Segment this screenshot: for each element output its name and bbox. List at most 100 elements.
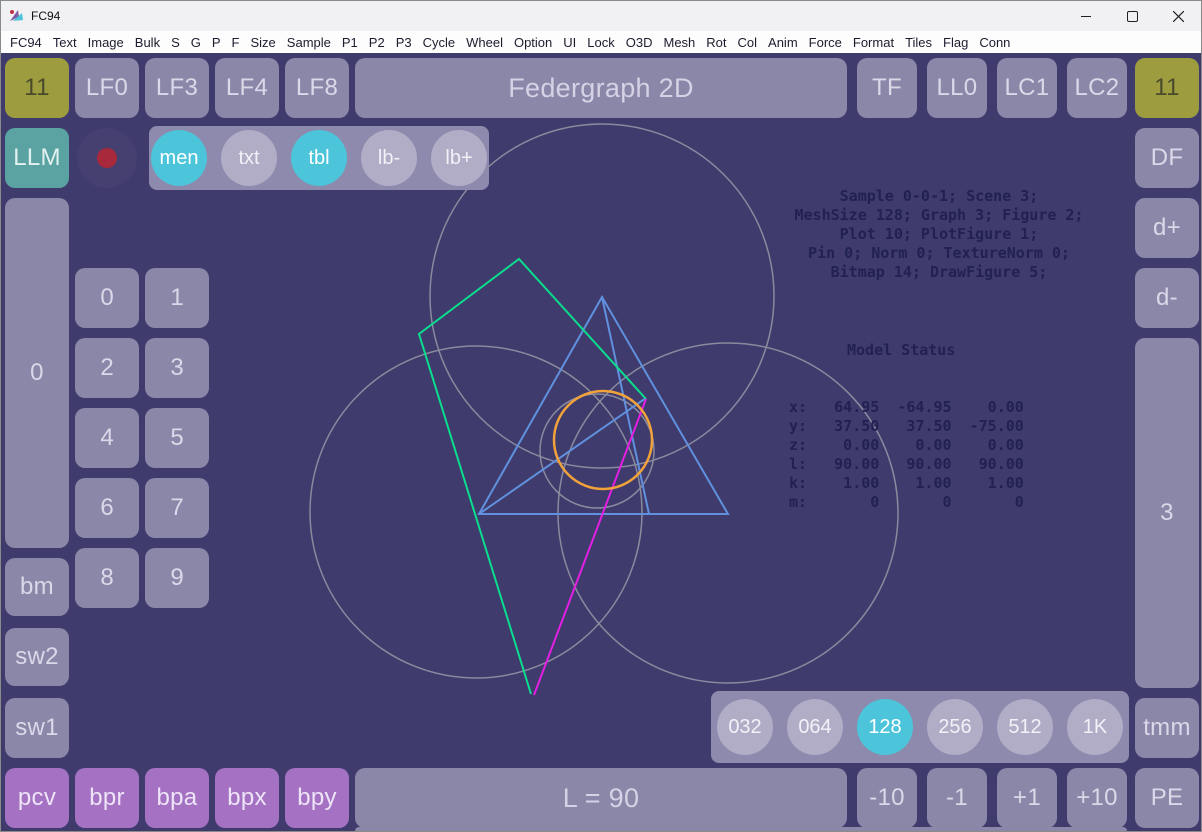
button-lf0[interactable]: LF0	[75, 58, 139, 118]
button-lc1[interactable]: LC1	[997, 58, 1057, 118]
mode-circle-lb+[interactable]: lb+	[431, 130, 487, 186]
button-tall-3[interactable]: 3	[1135, 338, 1199, 688]
menu-item-bulk[interactable]: Bulk	[135, 35, 160, 50]
menu-item-p1[interactable]: P1	[342, 35, 358, 50]
numpad-button-5[interactable]: 5	[145, 408, 209, 468]
mode-circle-tbl[interactable]: tbl	[291, 130, 347, 186]
button-pcv[interactable]: pcv	[5, 768, 69, 828]
button-d-minus[interactable]: d-	[1135, 268, 1199, 328]
button-pe[interactable]: PE	[1135, 768, 1199, 828]
button-sw2[interactable]: sw2	[5, 628, 69, 686]
menu-item-force[interactable]: Force	[809, 35, 842, 50]
app-logo-icon	[9, 8, 25, 24]
mesh-circle-064[interactable]: 064	[787, 699, 843, 755]
mesh-circle-128[interactable]: 128	[857, 699, 913, 755]
button-lf4[interactable]: LF4	[215, 58, 279, 118]
numpad-button-8[interactable]: 8	[75, 548, 139, 608]
button-plus-1[interactable]: +1	[997, 768, 1057, 828]
venn-circle-left	[310, 346, 642, 678]
button-sw1[interactable]: sw1	[5, 698, 69, 758]
numpad-button-6[interactable]: 6	[75, 478, 139, 538]
button-lf8[interactable]: LF8	[285, 58, 349, 118]
window-controls	[1063, 1, 1201, 31]
menu-item-format[interactable]: Format	[853, 35, 894, 50]
model-row-z-0-00-0-00-0-00: z: 0.00 0.00 0.00	[789, 436, 1024, 455]
mesh-circle-256[interactable]: 256	[927, 699, 983, 755]
button-11-left[interactable]: 11	[5, 58, 69, 118]
mesh-size-group: 0320641282565121K	[711, 691, 1129, 763]
small-gray-circle	[540, 394, 654, 508]
button-plus-10[interactable]: +10	[1067, 768, 1127, 828]
button-llm[interactable]: LLM	[5, 128, 69, 188]
bottom-partial-bar	[355, 827, 1127, 831]
button-minus-1[interactable]: -1	[927, 768, 987, 828]
mode-circle-group: mentxttbllb-lb+	[149, 126, 489, 190]
mesh-circle-1k[interactable]: 1K	[1067, 699, 1123, 755]
mesh-circle-512[interactable]: 512	[997, 699, 1053, 755]
button-tf[interactable]: TF	[857, 58, 917, 118]
numpad-button-2[interactable]: 2	[75, 338, 139, 398]
button-lf3[interactable]: LF3	[145, 58, 209, 118]
menu-item-p2[interactable]: P2	[369, 35, 385, 50]
menu-bar: FC94 Text Image Bulk SGPF Size Sample P1 P2 P3 Cyc…	[1, 31, 1201, 53]
minimize-icon	[1081, 16, 1091, 17]
button-tmm[interactable]: tmm	[1135, 698, 1199, 758]
mesh-circle-032[interactable]: 032	[717, 699, 773, 755]
menu-item-conn[interactable]: Conn	[979, 35, 1010, 50]
numpad-button-7[interactable]: 7	[145, 478, 209, 538]
menu-item-f[interactable]: F	[232, 35, 240, 50]
menu-item-p[interactable]: P	[212, 35, 221, 50]
info-line-pin-0-norm-0-texture: Pin 0; Norm 0; TextureNorm 0;	[761, 244, 1117, 263]
l-value-display[interactable]: L = 90	[355, 768, 847, 828]
scene-info-text: Sample 0-0-1; Scene 3;MeshSize 128; Grap…	[761, 187, 1117, 282]
menu-item-s[interactable]: S	[171, 35, 180, 50]
model-status-panel: Model Status x: 64.95 -64.95 0.00y: 37.5…	[789, 303, 1024, 550]
menu-item-size[interactable]: Size	[251, 35, 276, 50]
button-d-plus[interactable]: d+	[1135, 198, 1199, 258]
button-tall-0[interactable]: 0	[5, 198, 69, 548]
button-bm[interactable]: bm	[5, 558, 69, 616]
menu-item-text[interactable]: Text	[53, 35, 77, 50]
menu-item-tiles[interactable]: Tiles	[905, 35, 932, 50]
numpad-button-9[interactable]: 9	[145, 548, 209, 608]
menu-item-col[interactable]: Col	[738, 35, 758, 50]
menu-item-sample[interactable]: Sample	[287, 35, 331, 50]
menu-item-anim[interactable]: Anim	[768, 35, 798, 50]
close-button[interactable]	[1155, 1, 1201, 31]
menu-item-wheel[interactable]: Wheel	[466, 35, 503, 50]
menu-item-p3[interactable]: P3	[396, 35, 412, 50]
menu-item-cycle[interactable]: Cycle	[423, 35, 456, 50]
button-11-right[interactable]: 11	[1135, 58, 1199, 118]
menu-item-image[interactable]: Image	[88, 35, 124, 50]
numpad-button-3[interactable]: 3	[145, 338, 209, 398]
button-bpr[interactable]: bpr	[75, 768, 139, 828]
numpad-button-0[interactable]: 0	[75, 268, 139, 328]
button-bpy[interactable]: bpy	[285, 768, 349, 828]
menu-item-fc94[interactable]: FC94	[10, 35, 42, 50]
menu-item-flag[interactable]: Flag	[943, 35, 968, 50]
numpad-button-4[interactable]: 4	[75, 408, 139, 468]
minimize-button[interactable]	[1063, 1, 1109, 31]
blue-cevian-1	[602, 297, 649, 514]
menu-item-option[interactable]: Option	[514, 35, 552, 50]
numpad-button-1[interactable]: 1	[145, 268, 209, 328]
menu-item-rot[interactable]: Rot	[706, 35, 726, 50]
menu-item-lock[interactable]: Lock	[587, 35, 614, 50]
button-minus-10[interactable]: -10	[857, 768, 917, 828]
info-line-sample-0-0-1-scene-3: Sample 0-0-1; Scene 3;	[761, 187, 1117, 206]
menu-item-mesh[interactable]: Mesh	[663, 35, 695, 50]
button-lc2[interactable]: LC2	[1067, 58, 1127, 118]
mode-circle-txt[interactable]: txt	[221, 130, 277, 186]
title-display[interactable]: Federgraph 2D	[355, 58, 847, 118]
maximize-button[interactable]	[1109, 1, 1155, 31]
mode-circle-lb-[interactable]: lb-	[361, 130, 417, 186]
mode-circle-men[interactable]: men	[151, 130, 207, 186]
menu-item-g[interactable]: G	[191, 35, 201, 50]
button-ll0[interactable]: LL0	[927, 58, 987, 118]
menu-item-o3d[interactable]: O3D	[626, 35, 653, 50]
button-df[interactable]: DF	[1135, 128, 1199, 188]
button-bpa[interactable]: bpa	[145, 768, 209, 828]
record-button[interactable]	[77, 128, 137, 188]
button-bpx[interactable]: bpx	[215, 768, 279, 828]
menu-item-ui[interactable]: UI	[563, 35, 576, 50]
